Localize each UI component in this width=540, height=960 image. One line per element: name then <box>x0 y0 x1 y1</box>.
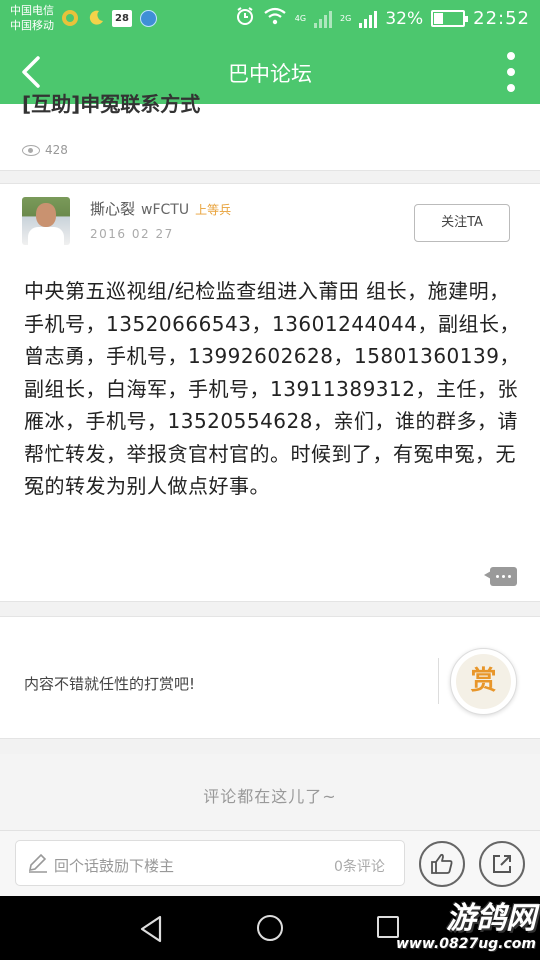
status-right: 4G 2G 32% 22:52 <box>235 6 530 31</box>
globe-icon <box>138 9 158 27</box>
watermark-brand: 游鸽网 <box>446 901 536 936</box>
carrier-labels: 中国电信 中国移动 <box>10 3 54 33</box>
battery-icon <box>431 10 469 27</box>
notification-icons: 28 <box>60 9 158 27</box>
status-bar: 中国电信 中国移动 28 4G 2G 32% 22:52 <box>0 0 540 38</box>
carrier-2: 中国移动 <box>10 19 54 32</box>
carrier-1: 中国电信 <box>10 4 54 17</box>
page-title: 巴中论坛 <box>228 62 312 86</box>
view-count: 428 <box>22 143 68 157</box>
more-dot-icon <box>507 84 515 92</box>
reward-button-label: 赏 <box>456 654 511 709</box>
section-divider <box>0 601 540 617</box>
comments-empty-text: 评论都在这儿了~ <box>203 787 337 806</box>
share-button[interactable] <box>479 841 525 887</box>
comment-bubble-icon[interactable] <box>484 567 517 586</box>
author-info: 撕心裂 wFCTU 上等兵 <box>90 198 231 219</box>
nav-back-icon[interactable] <box>138 914 164 944</box>
more-menu-button[interactable] <box>504 52 518 92</box>
post-date: 2016 02 27 <box>90 227 174 241</box>
author-id: wFCTU <box>141 202 190 218</box>
view-count-value: 428 <box>45 143 68 157</box>
section-divider <box>0 738 540 754</box>
like-button[interactable] <box>419 841 465 887</box>
reward-prompt: 内容不错就任性的打赏吧! <box>24 675 196 693</box>
author-avatar[interactable] <box>22 197 70 245</box>
author-name[interactable]: 撕心裂 <box>90 198 135 219</box>
site-watermark: 游鸽网 www.0827ug.com <box>368 903 536 953</box>
comment-count[interactable]: 0条评论 <box>334 856 385 876</box>
network-type-2g: 2G <box>340 13 352 23</box>
wifi-icon <box>263 7 287 30</box>
watermark-url: www.0827ug.com <box>396 936 536 952</box>
post-body: 中央第五巡视组/纪检监查组进入莆田 组长，施建明，手机号，13520666543… <box>24 279 520 498</box>
more-dot-icon <box>507 68 515 76</box>
post-title: [互助]申冤联系方式 <box>22 92 201 116</box>
follow-button[interactable]: 关注TA <box>414 204 510 242</box>
clock: 22:52 <box>473 8 530 29</box>
app-notification-icon <box>60 9 80 27</box>
section-divider <box>0 170 540 184</box>
author-rank: 上等兵 <box>195 203 232 217</box>
pencil-icon <box>28 853 47 873</box>
calendar-icon: 28 <box>112 9 132 27</box>
eye-icon <box>22 144 40 156</box>
signal-icon-sim2 <box>359 10 378 28</box>
share-icon <box>493 855 511 873</box>
reply-input-placeholder: 回个话鼓励下楼主 <box>54 857 175 875</box>
nav-home-icon[interactable] <box>257 915 283 941</box>
alarm-icon <box>235 6 255 31</box>
reward-button[interactable]: 赏 <box>450 648 517 715</box>
network-type-4g: 4G <box>294 13 307 23</box>
moon-icon <box>86 9 106 27</box>
signal-icon-sim1 <box>314 10 333 28</box>
more-dot-icon <box>507 52 515 60</box>
reward-divider <box>438 658 439 704</box>
battery-percent: 32% <box>385 8 424 29</box>
thumbs-up-icon <box>431 853 453 874</box>
